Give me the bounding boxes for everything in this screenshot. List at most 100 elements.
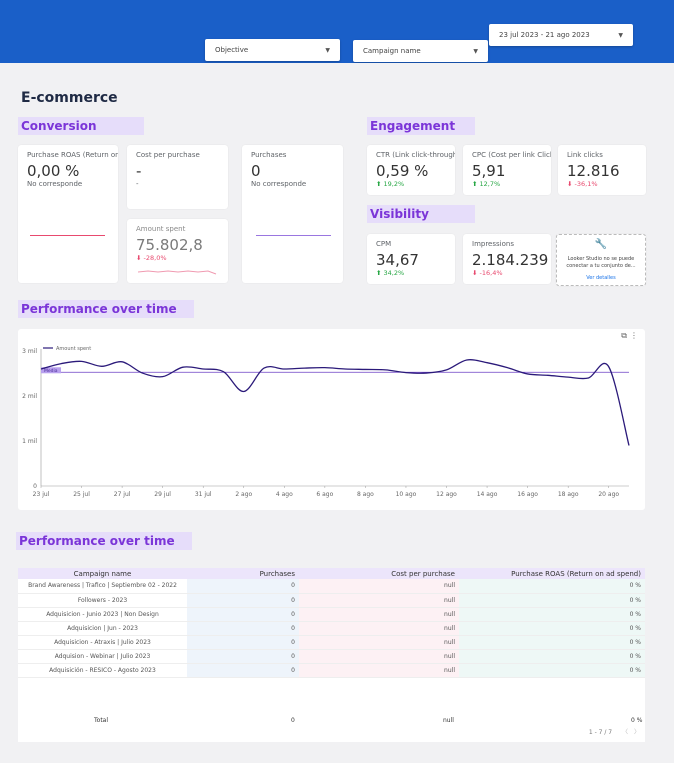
cell-purchases: 0 [187,579,299,594]
x-tick-label: 31 jul [195,491,212,498]
see-details-link[interactable]: Ver detalles [557,275,645,281]
kpi-value: - [136,162,142,180]
date-range-picker[interactable]: 23 jul 2023 - 21 ago 2023 ▼ [489,24,633,46]
cell-roas: 0 % [459,621,645,636]
table-pagination: 1 - 7 / 7 〈 〉 [589,727,640,736]
table-row[interactable]: Adquision - Webinar | Julio 2023 0 null 0 % [18,649,645,664]
kpi-delta: ⬇ -28,0% [136,254,167,262]
kpi-value: 0,59 % [376,162,429,180]
column-header-campaign[interactable]: Campaign name [18,568,187,579]
legend-label: Amount spent [56,346,91,352]
table-row[interactable]: Adquisicion - Junio 2023 | Non Design 0 nu… [18,607,645,622]
kpi-cpc-card[interactable]: CPC (Cost per link Click) 5,91 ⬆ 12,7% [463,145,551,195]
arrow-down-icon: ⬇ [136,254,144,262]
kpi-delta-value: 12,7% [479,180,501,188]
cell-purchases: 0 [187,635,299,650]
kpi-cpm-card[interactable]: CPM 34,67 ⬆ 34,2% [367,234,455,284]
cell-purchases: 0 [187,663,299,678]
y-tick-label: 3 mil [22,348,37,355]
kpi-delta: ⬆ 12,7% [472,180,500,188]
kpi-delta: ⬆ 19,2% [376,180,404,188]
column-header-purchases[interactable]: Purchases [187,568,299,579]
arrow-down-icon: ⬇ [567,180,575,188]
report-page: E-commerce Conversion Engagement Visibil… [0,63,674,763]
kpi-label: Link clicks [567,151,603,159]
kpi-delta-value: 19,2% [383,180,405,188]
cell-cost-per-purchase: null [299,649,459,664]
cell-campaign: Adquisicion - Atraxis | Julio 2023 [18,635,187,650]
table-header-row: Campaign name Purchases Cost per purchas… [18,568,645,579]
performance-chart-card: ⧉ ⋮ 0 1 mil 2 mil 3 mil 23 jul 25 jul 27 jul 29… [18,329,645,510]
y-tick-label: 2 mil [22,393,37,400]
objective-dropdown-label: Objective [215,46,249,54]
chevron-right-icon[interactable]: 〉 [634,729,640,736]
cell-campaign: Adquisición - RESICO - Agosto 2023 [18,663,187,678]
total-roas: 0 % [631,717,643,724]
kpi-comparison: No corresponde [27,180,83,188]
kpi-cost-per-purchase-card[interactable]: Cost per purchase - - [127,145,228,209]
cell-campaign: Adquisicion | Jun - 2023 [18,621,187,636]
kpi-delta: ⬇ -16,4% [472,269,503,277]
kpi-purchases-card[interactable]: Purchases 0 No corresponde [242,145,343,283]
cell-purchases: 0 [187,649,299,664]
campaign-dropdown[interactable]: Campaign name ▼ [353,40,488,62]
kpi-amount-spent-card[interactable]: Amount spent 75.802,8 ⬇ -28,0% [127,219,228,283]
kpi-label: Purchases [251,151,287,159]
section-performance-chart: Performance over time [18,300,194,318]
y-tick-label: 0 [33,483,37,490]
section-performance-table: Performance over time [16,532,192,550]
column-header-cost-per-purchase[interactable]: Cost per purchase [299,568,459,579]
table-row[interactable]: Followers - 2023 0 null 0 % [18,593,645,608]
cell-purchases: 0 [187,607,299,622]
arrow-up-icon: ⬆ [376,180,384,188]
arrow-down-icon: ⬇ [472,269,480,277]
export-icon[interactable]: ⧉ [621,331,627,341]
kpi-ctr-card[interactable]: CTR (Link click-through rate) 0,59 % ⬆ 1… [367,145,455,195]
kpi-value: 34,67 [376,251,419,269]
kpi-roas-card[interactable]: Purchase ROAS (Return on ad spend) 0,00 … [18,145,118,283]
cell-cost-per-purchase: null [299,607,459,622]
cell-roas: 0 % [459,635,645,650]
section-engagement: Engagement [367,117,475,135]
kpi-delta-value: -16,4% [479,269,503,277]
kpi-label: CTR (Link click-through rate) [376,151,455,159]
kpi-delta-value: 34,2% [383,269,405,277]
arrow-up-icon: ⬆ [472,180,480,188]
x-tick-label: 10 ago [396,491,417,498]
kpi-label: Amount spent [136,225,186,233]
x-tick-label: 29 jul [154,491,171,498]
table-row[interactable]: Adquisición - RESICO - Agosto 2023 0 null 0… [18,663,645,678]
section-visibility: Visibility [367,205,475,223]
cell-roas: 0 % [459,649,645,664]
x-tick-label: 12 ago [436,491,457,498]
table-row[interactable]: Adquisicion - Atraxis | Julio 2023 0 null 0… [18,635,645,650]
column-header-roas[interactable]: Purchase ROAS (Return on ad spend) [459,568,645,579]
pagination-label: 1 - 7 / 7 [588,729,613,736]
arrow-up-icon: ⬆ [376,269,384,277]
kpi-delta-value: -36,1% [574,180,598,188]
cell-campaign: Followers - 2023 [18,593,187,608]
chevron-left-icon[interactable]: 〈 [622,729,628,736]
cell-cost-per-purchase: null [299,635,459,650]
x-tick-label: 8 ago [357,491,374,498]
x-tick-label: 4 ago [276,491,293,498]
performance-table: Campaign name Purchases Cost per purchas… [18,568,645,678]
campaign-dropdown-label: Campaign name [363,47,421,55]
reference-line-label: Media [44,368,58,374]
more-options-icon[interactable]: ⋮ [630,331,638,340]
cell-cost-per-purchase: null [299,593,459,608]
table-row[interactable]: Adquisicion | Jun - 2023 0 null 0 % [18,621,645,636]
top-filter-bar: Objective ▼ Campaign name ▼ 23 jul 2023 … [0,0,674,63]
error-message: Looker Studio no se puede conectar a tu … [566,256,636,269]
cell-cost-per-purchase: null [299,621,459,636]
table-row[interactable]: Brand Awareness | Trafico | Septiembre 0… [18,579,645,594]
x-tick-label: 16 ago [517,491,538,498]
kpi-label: Purchase ROAS (Return on ad spend) [27,151,118,159]
objective-dropdown[interactable]: Objective ▼ [205,39,340,61]
chevron-down-icon: ▼ [325,46,330,54]
kpi-link-clicks-card[interactable]: Link clicks 12.816 ⬇ -36,1% [558,145,646,195]
x-tick-label: 18 ago [558,491,579,498]
kpi-value: 0,00 % [27,162,80,180]
kpi-comparison: - [136,180,139,188]
kpi-impressions-card[interactable]: Impressions 2.184.239 ⬇ -16,4% [463,234,551,284]
